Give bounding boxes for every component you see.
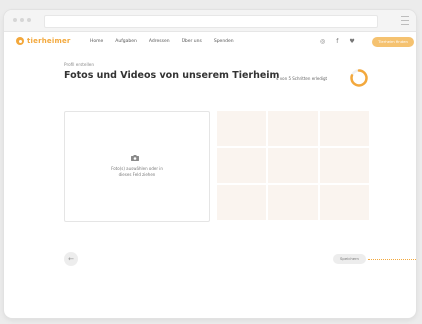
photo-slot[interactable] [319, 111, 369, 146]
progress-ring-icon [350, 69, 368, 87]
main-navigation: Home Aufgaben Adressen Über uns Spenden [90, 39, 234, 44]
cta-button[interactable]: Tierheim finden [372, 37, 414, 47]
page-subtitle: Profil erstellen [64, 62, 95, 67]
photo-slot[interactable] [319, 185, 369, 220]
nav-link-aufgaben[interactable]: Aufgaben [115, 39, 137, 44]
logo-text: tierheimer [27, 37, 71, 45]
url-bar[interactable] [44, 15, 378, 28]
progress-text: 4 von 5 Schritten erledigt [276, 76, 328, 81]
nav-link-spenden[interactable]: Spenden [214, 39, 234, 44]
social-links: ◎ f ♥ [320, 38, 355, 45]
photo-slot[interactable] [217, 148, 267, 183]
logo[interactable]: tierheimer [16, 37, 71, 45]
photo-slot[interactable] [217, 111, 267, 146]
photo-slot[interactable] [268, 148, 318, 183]
close-dot[interactable] [13, 18, 17, 22]
nav-link-home[interactable]: Home [90, 39, 103, 44]
twitter-icon[interactable]: ♥ [349, 38, 354, 45]
camera-icon [131, 155, 139, 161]
menu-icon[interactable] [401, 16, 409, 25]
photo-slot[interactable] [268, 111, 318, 146]
facebook-icon[interactable]: f [336, 38, 338, 45]
site-header: tierheimer Home Aufgaben Adressen Über u… [4, 31, 416, 54]
maximize-dot[interactable] [27, 18, 31, 22]
photo-slot[interactable] [268, 185, 318, 220]
back-button[interactable]: ← [64, 252, 78, 266]
minimize-dot[interactable] [20, 18, 24, 22]
upload-instructions: Foto(s) auswählen oder in dieses Feld zi… [65, 166, 209, 178]
upload-line-2: dieses Feld ziehen [118, 172, 156, 177]
browser-chrome [4, 10, 416, 32]
window-controls [13, 18, 31, 22]
page-title: Fotos und Videos von unserem Tierheim [64, 70, 280, 81]
photo-slot[interactable] [217, 185, 267, 220]
photo-upload-dropzone[interactable]: Foto(s) auswählen oder in dieses Feld zi… [64, 111, 210, 222]
decorative-dotted-line [368, 259, 416, 260]
nav-link-adressen[interactable]: Adressen [149, 39, 170, 44]
logo-icon [16, 37, 24, 45]
browser-window: tierheimer Home Aufgaben Adressen Über u… [4, 10, 416, 318]
photo-grid [217, 111, 369, 220]
photo-slot[interactable] [319, 148, 369, 183]
save-button[interactable]: Speichern [333, 254, 366, 264]
globe-icon[interactable]: ◎ [320, 38, 325, 45]
nav-link-ueber-uns[interactable]: Über uns [182, 39, 202, 44]
